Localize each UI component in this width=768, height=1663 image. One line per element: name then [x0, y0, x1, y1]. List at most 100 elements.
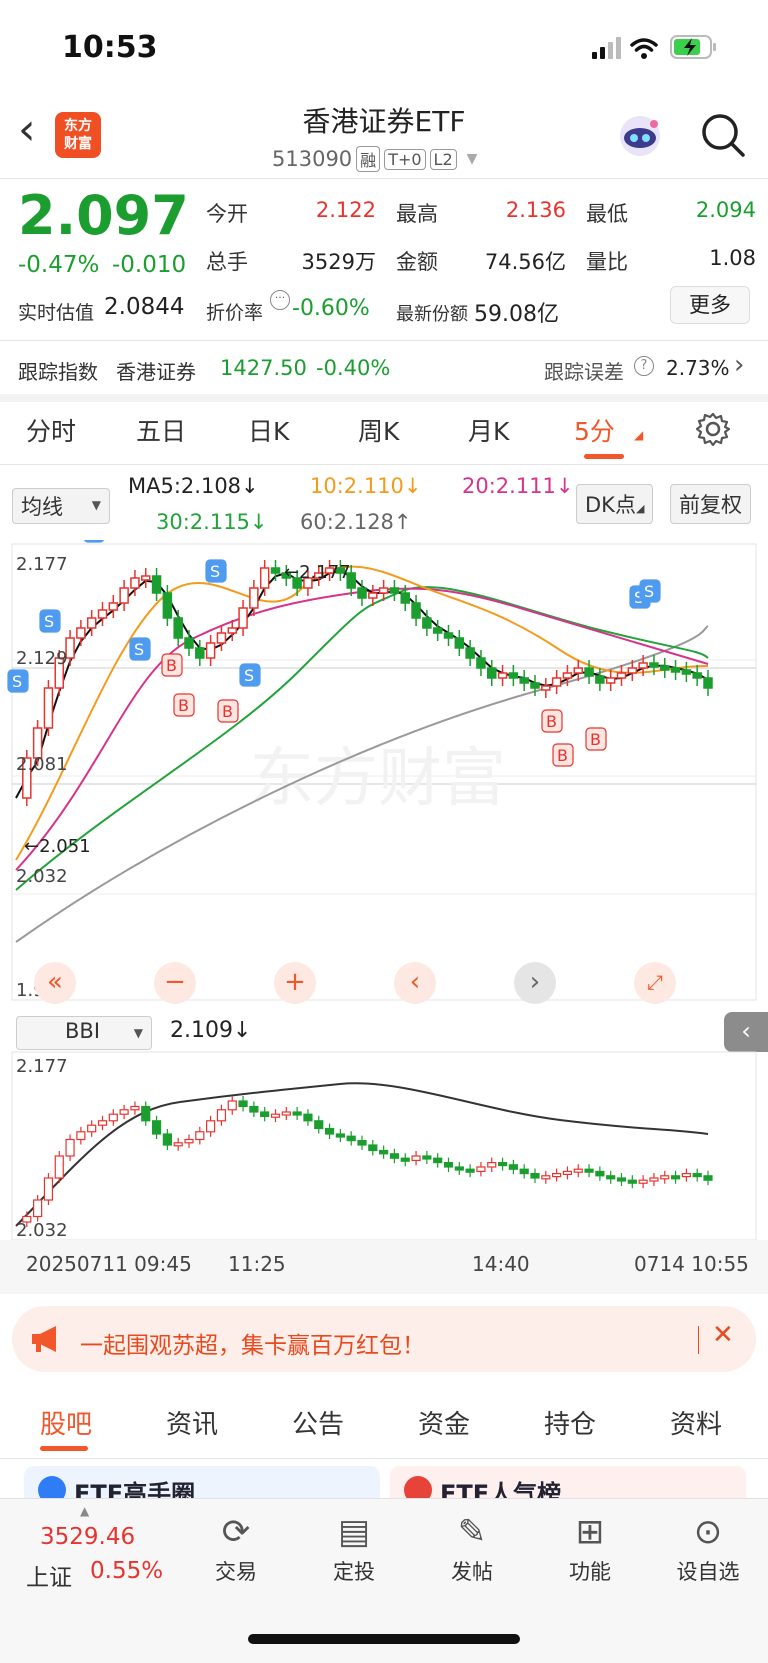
nav-trade[interactable]: ⟳ 交易: [186, 1508, 286, 1586]
ma30-value: 30:2.115↓: [156, 510, 268, 534]
chevron-right-icon[interactable]: ›: [514, 962, 556, 1004]
candle-body: [476, 657, 486, 669]
bbi-y-bottom: 2.032: [16, 1220, 68, 1241]
bbi-candle-body: [454, 1166, 464, 1171]
bbi-candle-body: [487, 1161, 497, 1168]
candle-body: [216, 632, 227, 644]
buy-marker-label: B: [178, 696, 189, 715]
tab-daily-k[interactable]: 日K: [248, 412, 289, 448]
candle-body: [432, 627, 443, 634]
bbi-candle-body: [97, 1120, 108, 1126]
index-ticker-name[interactable]: 上证: [26, 1558, 72, 1592]
bbi-candle-body: [379, 1149, 389, 1155]
fullscreen-icon[interactable]: ⤢: [634, 962, 676, 1004]
buy-marker-label: B: [557, 746, 568, 765]
tab-profile[interactable]: 资料: [670, 1404, 722, 1441]
candle-body: [227, 627, 237, 634]
volume-label: 总手: [206, 250, 248, 274]
rewind-icon[interactable]: «: [34, 962, 76, 1004]
bbi-candle-body: [627, 1179, 637, 1184]
change-value: -0.010: [112, 252, 187, 278]
candle-body: [141, 575, 151, 581]
triangle-icon: ◢: [634, 428, 644, 442]
bbi-value: 2.109↓: [170, 1018, 252, 1043]
bbi-candle-body: [670, 1175, 681, 1180]
bbi-candle-body: [476, 1166, 486, 1173]
candle-body: [378, 587, 389, 594]
tab-five-minute[interactable]: 5分: [574, 412, 615, 448]
yuan-exchange-icon: ⟳: [221, 1512, 251, 1552]
bbi-candle-body: [281, 1111, 291, 1116]
bbi-candle-body: [335, 1133, 345, 1138]
security-code-row[interactable]: 513090 融 T+0 L2 ▼: [272, 146, 477, 172]
index-ticker-value[interactable]: 3529.46: [40, 1524, 135, 1550]
tab-announcements[interactable]: 公告: [292, 1404, 344, 1441]
close-icon[interactable]: ✕: [712, 1320, 734, 1350]
edit-icon: ✎: [457, 1512, 487, 1552]
current-price: 2.097: [18, 184, 189, 247]
chevron-down-icon: ▼: [133, 1026, 143, 1040]
chevron-down-icon: ▼: [466, 151, 478, 167]
more-button[interactable]: 更多: [670, 286, 750, 324]
candle-body: [130, 577, 140, 589]
tab-intraday[interactable]: 分时: [26, 412, 76, 448]
dk-point-button[interactable]: DK点◢: [576, 484, 654, 524]
tab-five-day[interactable]: 五日: [136, 412, 186, 448]
bbi-candle-body: [465, 1168, 475, 1173]
more-info-icon[interactable]: ···: [270, 290, 290, 310]
high-label: 最高: [396, 202, 438, 226]
robot-assistant-icon[interactable]: [616, 112, 664, 160]
nav-post[interactable]: ✎ 发帖: [422, 1508, 522, 1586]
bbi-candle-body: [54, 1155, 64, 1179]
collapse-panel-icon[interactable]: ‹: [724, 1012, 768, 1052]
tracking-index-label: 跟踪指数: [18, 360, 98, 384]
tracking-error-value: 2.73%: [666, 356, 730, 380]
kline-chart[interactable]: 东方财富 SSSSSSBBBSSBBB 2.177 2.129 2.081 2.…: [0, 540, 768, 1010]
bbi-candle-body: [389, 1153, 400, 1159]
more-dots-icon: ⊙: [693, 1512, 723, 1552]
ma-select[interactable]: 均线 ▼: [12, 488, 110, 524]
chevron-left-icon[interactable]: ‹: [394, 962, 436, 1004]
bbi-candle-body: [660, 1175, 670, 1180]
zoom-in-icon[interactable]: +: [274, 962, 316, 1004]
candle-body: [541, 685, 551, 691]
banner-text[interactable]: 一起围观苏超，集卡赢百万红包！: [80, 1326, 425, 1360]
zoom-out-icon[interactable]: −: [154, 962, 196, 1004]
search-icon[interactable]: [700, 112, 746, 158]
tab-news[interactable]: 资讯: [166, 1404, 218, 1441]
sell-marker-label: S: [88, 540, 98, 541]
tab-weekly-k[interactable]: 周K: [358, 412, 399, 448]
bbi-candle-body: [649, 1177, 659, 1182]
bbi-candle-body: [184, 1138, 194, 1144]
y-label-top: 2.177: [16, 554, 68, 575]
nav-functions[interactable]: ⊞ 功能: [540, 1508, 640, 1586]
index-ticker-change[interactable]: 0.55%: [90, 1558, 163, 1584]
nav-add-watchlist[interactable]: ⊙ 设自选: [658, 1508, 758, 1586]
home-indicator: [248, 1634, 520, 1644]
bbi-candle-body: [108, 1113, 118, 1122]
bbi-candle-body: [703, 1175, 713, 1181]
forward-adjust-button[interactable]: 前复权: [670, 484, 751, 524]
bbi-select[interactable]: BBI ▼: [16, 1016, 152, 1050]
gear-icon[interactable]: [696, 412, 730, 446]
bbi-chart[interactable]: 2.177 2.032: [0, 1050, 768, 1250]
tab-monthly-k[interactable]: 月K: [468, 412, 509, 448]
high-value: 2.136: [505, 198, 566, 222]
nav-fixed-invest[interactable]: ▤ 定投: [304, 1508, 404, 1586]
bbi-candle-body: [346, 1135, 356, 1142]
tab-funds[interactable]: 资金: [418, 1404, 470, 1441]
bbi-candle-body: [573, 1168, 583, 1173]
bbi-line: [15, 1082, 709, 1227]
candle-body: [627, 667, 638, 674]
bbi-candle-body: [43, 1177, 54, 1201]
candle-body: [205, 642, 216, 659]
ma-select-label: 均线: [21, 495, 63, 519]
chevron-right-icon[interactable]: ›: [734, 350, 744, 380]
tracking-index-name[interactable]: 香港证券: [116, 356, 196, 385]
tab-holdings[interactable]: 持仓: [544, 1404, 596, 1441]
tab-forum[interactable]: 股吧: [40, 1404, 92, 1441]
candle-body: [259, 567, 270, 589]
candle-body: [660, 665, 670, 671]
help-icon[interactable]: ?: [634, 356, 654, 376]
change-pct: -0.47%: [18, 252, 100, 278]
